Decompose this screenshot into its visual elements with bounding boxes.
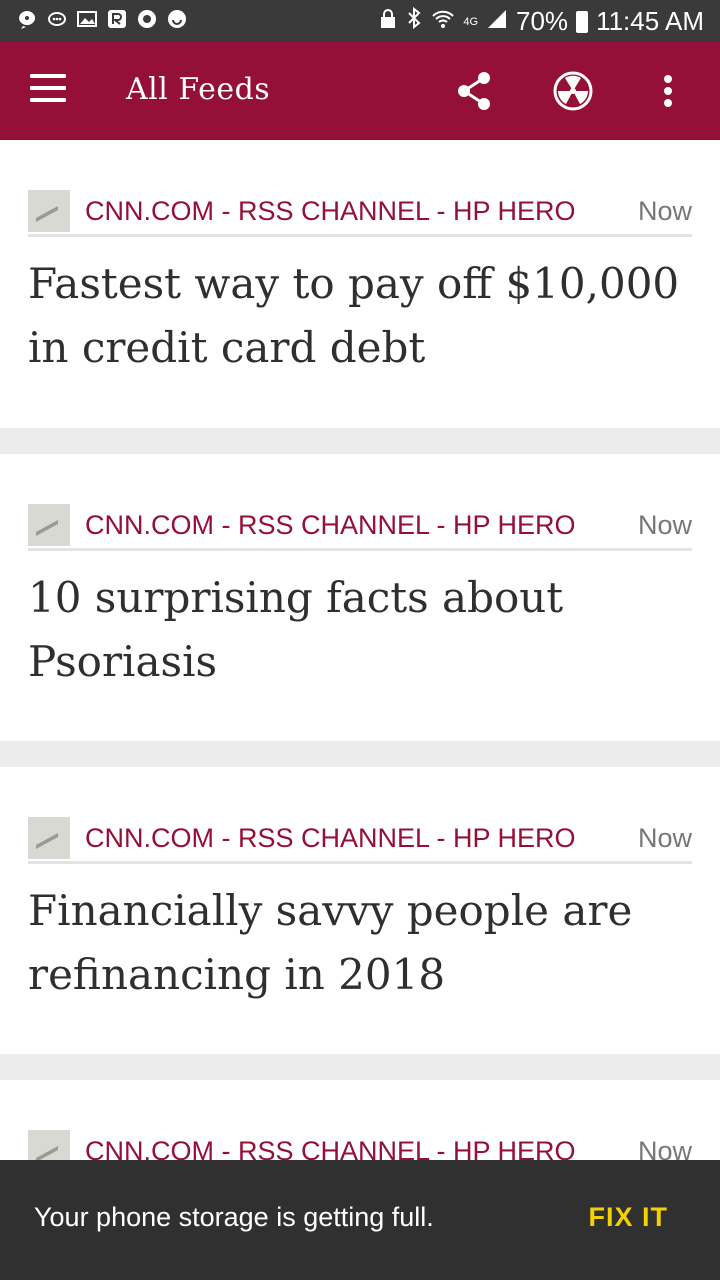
- feed-time: Now: [637, 196, 692, 226]
- emoji-icon: [166, 8, 188, 30]
- feed-headline[interactable]: Fastest way to pay off $10,000 in credit…: [28, 252, 688, 380]
- feed-headline[interactable]: Financially savvy people are refinancing…: [28, 879, 688, 1007]
- system-status: 4G 70% 11:45 AM: [379, 6, 704, 37]
- feed-thumbnail: [28, 817, 70, 859]
- wifi-icon: [431, 6, 455, 37]
- network-type: 4G: [463, 15, 479, 28]
- battery-icon: [576, 10, 589, 33]
- source-row: CNN.COM - RSS CHANNEL - HP HERO Now: [28, 190, 692, 237]
- source-row: CNN.COM - RSS CHANNEL - HP HERO Now: [28, 504, 692, 551]
- bubble-icon: [46, 8, 68, 30]
- feed-time: Now: [637, 510, 692, 540]
- feed-source: CNN.COM - RSS CHANNEL - HP HERO: [85, 196, 576, 226]
- feed-source: CNN.COM - RSS CHANNEL - HP HERO: [85, 823, 576, 853]
- feed-card[interactable]: CNN.COM - RSS CHANNEL - HP HERO Now Fina…: [0, 767, 720, 1054]
- status-bar: 4G 70% 11:45 AM: [0, 0, 720, 42]
- feed-card[interactable]: CNN.COM - RSS CHANNEL - HP HERO Now Fast…: [0, 140, 720, 428]
- app-bar: All Feeds: [0, 42, 720, 140]
- page-title: All Feeds: [126, 72, 271, 107]
- feed-time: Now: [637, 823, 692, 853]
- feed-card[interactable]: CNN.COM - RSS CHANNEL - HP HERO Now 10 s…: [0, 454, 720, 741]
- fix-it-button[interactable]: FIX IT: [589, 1202, 669, 1233]
- share-icon[interactable]: [454, 70, 496, 112]
- snackbar: Your phone storage is getting full. FIX …: [0, 1160, 720, 1280]
- feed-thumbnail: [28, 190, 70, 232]
- more-vert-icon[interactable]: [656, 70, 680, 112]
- circle-app-icon: [136, 8, 158, 30]
- signal-icon: [486, 6, 508, 37]
- feed-headline[interactable]: 10 surprising facts about Psoriasis: [28, 566, 688, 694]
- lock-icon: [379, 6, 397, 37]
- battery-percent: 70%: [516, 6, 569, 36]
- feed-thumbnail: [28, 504, 70, 546]
- radiation-icon[interactable]: [552, 70, 594, 112]
- image-icon: [76, 8, 98, 30]
- r-app-icon: [106, 8, 128, 30]
- snackbar-message: Your phone storage is getting full.: [34, 1202, 434, 1232]
- source-row: CNN.COM - RSS CHANNEL - HP HERO Now: [28, 817, 692, 864]
- bluetooth-icon: [405, 6, 423, 37]
- feed-source: CNN.COM - RSS CHANNEL - HP HERO: [85, 510, 576, 540]
- message-icon: [16, 8, 38, 30]
- clock: 11:45 AM: [596, 6, 704, 36]
- notification-icons: [16, 8, 188, 30]
- menu-icon[interactable]: [30, 74, 66, 108]
